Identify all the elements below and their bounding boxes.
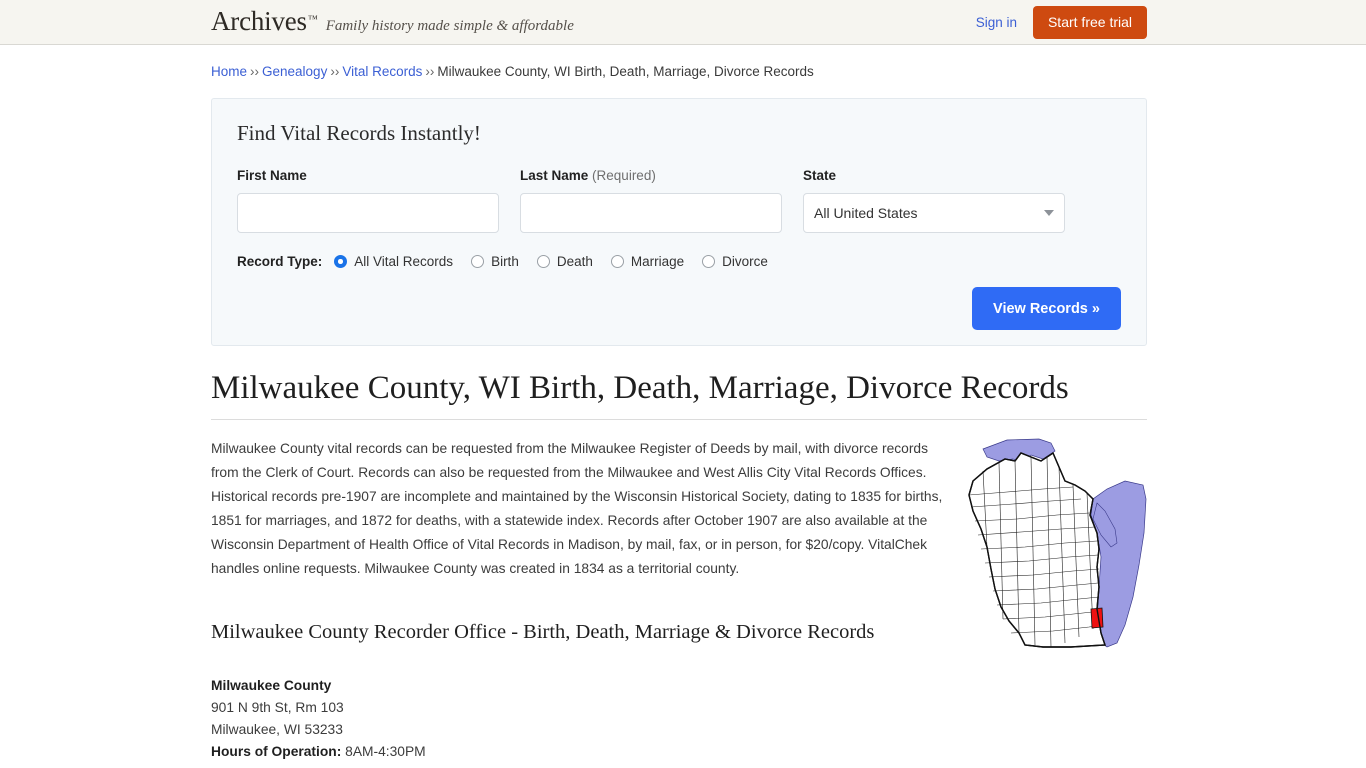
radio-option-death[interactable]: Death xyxy=(536,254,593,269)
breadcrumb: Home ›› Genealogy ›› Vital Records ›› Milwauke… xyxy=(211,63,1147,81)
radio-label-all-vital-records: All Vital Records xyxy=(354,254,454,269)
brand-wordmark: Archives xyxy=(211,6,307,36)
header-actions: Sign in Start free trial xyxy=(976,0,1147,45)
page-title: Milwaukee County, WI Birth, Death, Marri… xyxy=(211,370,1147,420)
state-label: State xyxy=(803,168,837,183)
state-field-group: State All United States xyxy=(803,168,1065,233)
article-body: Milwaukee County vital records can be re… xyxy=(211,437,1147,768)
radio-icon[interactable] xyxy=(702,255,716,268)
radio-icon[interactable] xyxy=(536,255,550,268)
radio-label-divorce: Divorce xyxy=(722,254,768,269)
breadcrumb-item-home[interactable]: Home xyxy=(211,64,247,79)
view-records-button[interactable]: View Records » xyxy=(972,287,1121,330)
last-name-label: Last Name (Required) xyxy=(520,168,782,183)
last-name-label-text: Last Name xyxy=(520,168,589,183)
last-name-input[interactable] xyxy=(520,193,782,233)
vital-records-search-panel: Find Vital Records Instantly! First Name… xyxy=(211,98,1147,346)
office-address-line2: Milwaukee, WI 53233 xyxy=(211,721,343,737)
state-select-wrapper: All United States xyxy=(803,193,1065,233)
office-hours-label: Hours of Operation: xyxy=(211,743,342,759)
first-name-field-group: First Name xyxy=(237,168,499,233)
office-hours-value: 8AM-4:30PM xyxy=(345,743,426,759)
first-name-input[interactable] xyxy=(237,193,499,233)
record-type-label: Record Type: xyxy=(237,254,323,269)
brand-tagline: Family history made simple & affordable xyxy=(325,18,574,34)
search-fields-row: First Name Last Name (Required) State Al… xyxy=(237,168,1121,233)
article-paragraph: Milwaukee County vital records can be re… xyxy=(211,440,943,576)
radio-icon[interactable] xyxy=(610,255,624,268)
sign-in-link[interactable]: Sign in xyxy=(976,15,1017,30)
search-submit-row: View Records » xyxy=(237,287,1121,330)
start-free-trial-button[interactable]: Start free trial xyxy=(1032,6,1147,39)
breadcrumb-separator: ›› xyxy=(425,64,435,79)
record-type-row: Record Type: All Vital Records Birth Dea… xyxy=(237,254,1121,269)
breadcrumb-item-current: Milwaukee County, WI Birth, Death, Marri… xyxy=(437,64,814,79)
radio-label-death: Death xyxy=(556,254,593,269)
radio-icon[interactable] xyxy=(471,255,485,268)
site-header: Archives ™ Family history made simple & a… xyxy=(0,0,1366,45)
office-address-line1: 901 N 9th St, Rm 103 xyxy=(211,699,344,715)
radio-option-all-vital-records[interactable]: All Vital Records xyxy=(334,254,453,269)
radio-label-birth: Birth xyxy=(491,254,519,269)
search-panel-title: Find Vital Records Instantly! xyxy=(237,121,481,145)
wisconsin-county-map xyxy=(947,437,1147,652)
radio-icon[interactable] xyxy=(334,255,348,268)
last-name-field-group: Last Name (Required) xyxy=(520,168,782,233)
trademark-symbol: ™ xyxy=(307,14,318,25)
radio-option-marriage[interactable]: Marriage xyxy=(610,254,685,269)
office-hours: Hours of Operation: 8AM-4:30PM xyxy=(211,741,1147,763)
breadcrumb-separator: ›› xyxy=(250,64,260,79)
last-name-required-note: (Required) xyxy=(592,168,656,183)
breadcrumb-item-genealogy[interactable]: Genealogy xyxy=(262,64,327,79)
breadcrumb-item-vital-records[interactable]: Vital Records xyxy=(342,64,422,79)
office-name: Milwaukee County xyxy=(211,677,332,693)
breadcrumb-separator: ›› xyxy=(330,64,340,79)
office-contact-block: Milwaukee County 901 N 9th St, Rm 103 Mi… xyxy=(211,675,1147,768)
radio-option-divorce[interactable]: Divorce xyxy=(702,254,768,269)
radio-label-marriage: Marriage xyxy=(630,254,685,269)
radio-option-birth[interactable]: Birth xyxy=(471,254,519,269)
brand-logo[interactable]: Archives ™ Family history made simple & a… xyxy=(211,8,574,35)
first-name-label: First Name xyxy=(237,168,307,183)
state-select[interactable]: All United States xyxy=(803,193,1065,233)
